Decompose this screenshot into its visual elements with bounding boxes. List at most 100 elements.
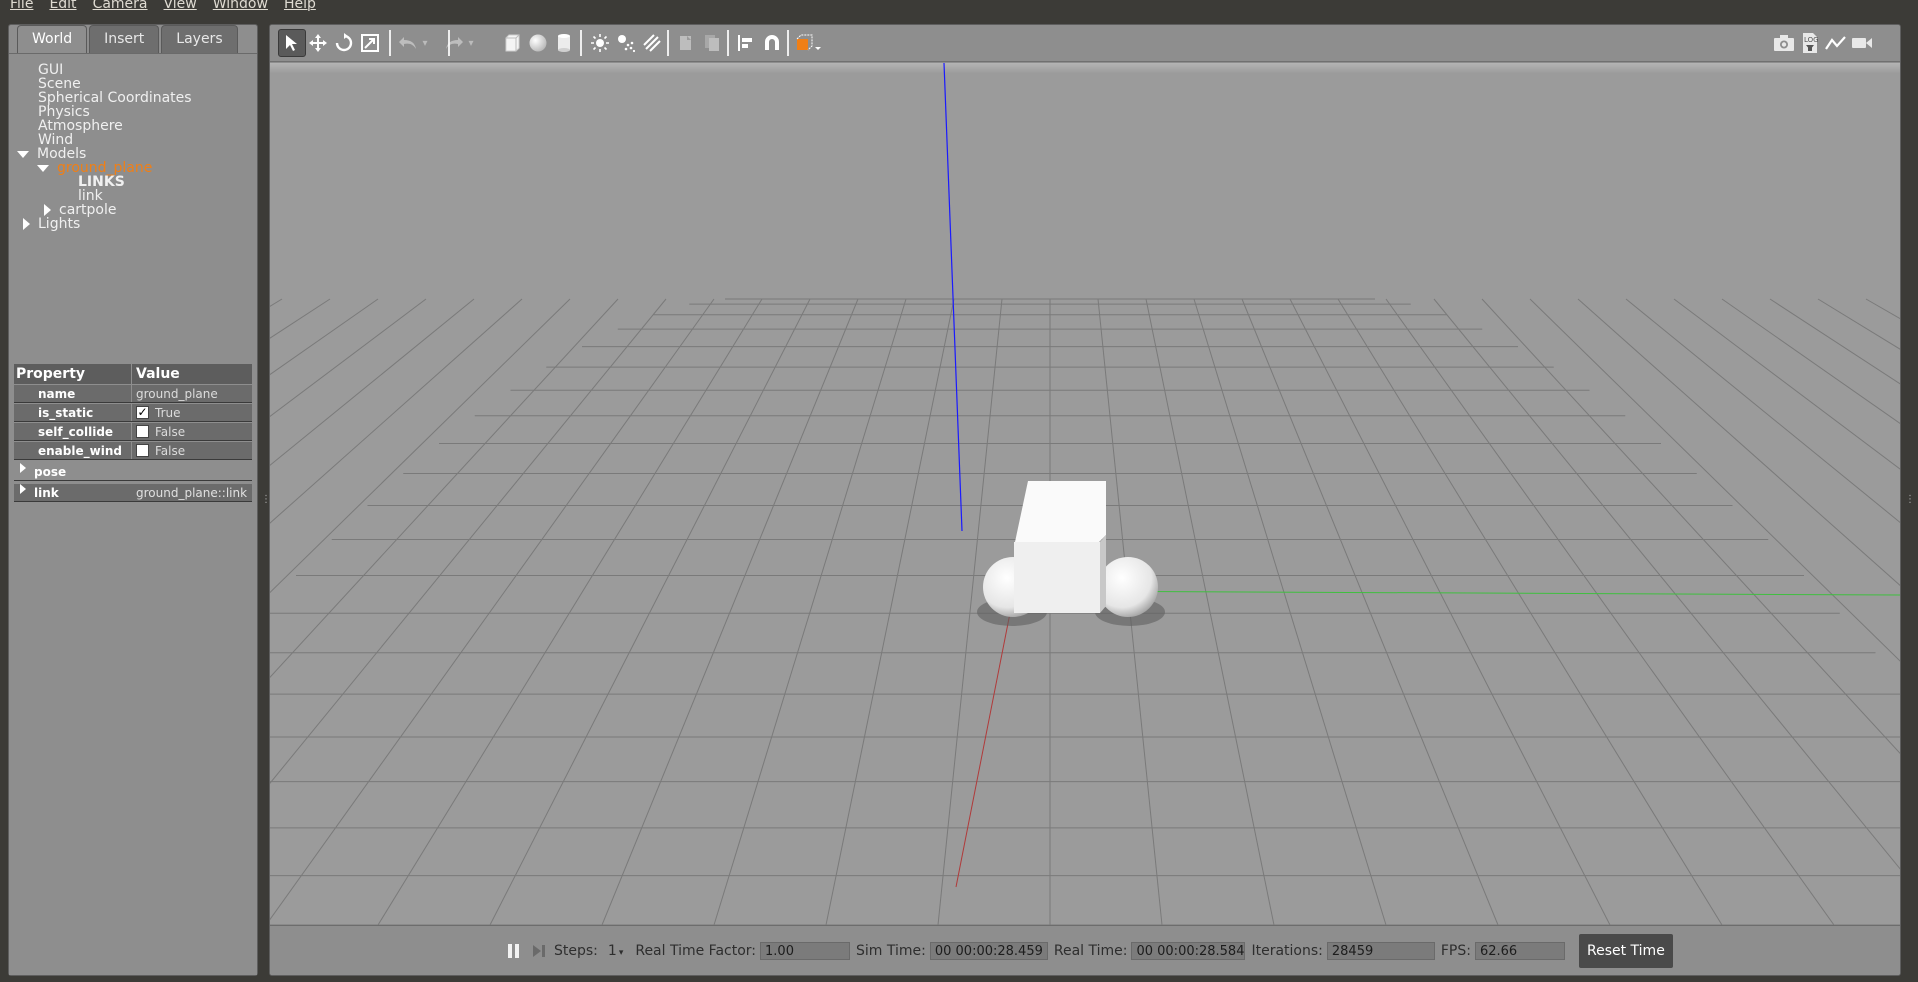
toolbar-separator bbox=[389, 30, 391, 56]
menu-help[interactable]: Help bbox=[274, 0, 322, 11]
directional-light-icon[interactable] bbox=[638, 29, 666, 57]
property-name: is_static bbox=[14, 404, 132, 421]
property-link[interactable]: link ground_plane::link bbox=[14, 484, 252, 502]
align-icon[interactable] bbox=[732, 29, 760, 57]
collapse-arrow-icon[interactable] bbox=[20, 484, 26, 494]
property-value-text: True bbox=[155, 405, 181, 420]
render-window: ▾ ▾ LOG Steps: 1 ▾ Real Time Factor: 1.0… bbox=[269, 24, 1901, 976]
scale-icon[interactable] bbox=[356, 29, 384, 57]
collapse-arrow-icon[interactable] bbox=[23, 218, 30, 230]
fps-label: FPS: bbox=[1440, 942, 1471, 959]
chevron-down-icon[interactable]: ▾ bbox=[619, 948, 624, 958]
property-value: False bbox=[132, 442, 252, 459]
property-value-text: False bbox=[155, 424, 186, 439]
reset-time-button[interactable]: Reset Time bbox=[1578, 933, 1673, 968]
redo-dropdown-icon[interactable]: ▾ bbox=[464, 29, 478, 57]
self-collide-checkbox[interactable] bbox=[136, 425, 149, 438]
header-value: Value bbox=[136, 366, 180, 382]
screenshot-icon[interactable] bbox=[1770, 29, 1798, 57]
tab-world[interactable]: World bbox=[17, 25, 88, 53]
property-row-is-static: is_static ✓ True bbox=[14, 404, 252, 422]
property-value[interactable]: ground_plane bbox=[132, 385, 252, 402]
left-panel: World Insert Layers GUI Scene Spherical … bbox=[8, 24, 258, 976]
toolbar-separator bbox=[448, 30, 450, 56]
property-link-label: link bbox=[34, 486, 59, 500]
real-time-factor-value: 1.00 bbox=[760, 941, 851, 960]
log-icon[interactable]: LOG bbox=[1796, 29, 1824, 57]
point-light-icon[interactable] bbox=[586, 29, 614, 57]
tree-item-lights[interactable]: Lights bbox=[23, 216, 80, 232]
cylinder-icon[interactable] bbox=[550, 29, 578, 57]
property-table: Property Value name ground_plane is_stat… bbox=[14, 364, 252, 502]
step-icon[interactable] bbox=[524, 943, 554, 959]
is-static-checkbox[interactable]: ✓ bbox=[136, 406, 149, 419]
sphere-icon[interactable] bbox=[524, 29, 552, 57]
translate-icon[interactable] bbox=[304, 29, 332, 57]
steps-value[interactable]: 1 bbox=[608, 943, 617, 959]
property-name: name bbox=[14, 385, 132, 402]
property-row-enable-wind: enable_wind False bbox=[14, 442, 252, 460]
right-wheel[interactable] bbox=[1098, 557, 1158, 617]
property-name: enable_wind bbox=[14, 442, 132, 459]
enable-wind-checkbox[interactable] bbox=[136, 444, 149, 457]
sim-time-value: 00 00:00:28.459 bbox=[929, 941, 1048, 960]
spot-light-icon[interactable] bbox=[612, 29, 640, 57]
plot-icon[interactable] bbox=[1822, 29, 1850, 57]
property-link-value: ground_plane::link bbox=[136, 486, 248, 500]
tab-insert[interactable]: Insert bbox=[89, 25, 160, 53]
toolbar: ▾ ▾ LOG bbox=[270, 25, 1900, 62]
property-value-text: ground_plane bbox=[136, 386, 218, 401]
property-value-text: False bbox=[155, 443, 186, 458]
paste-icon[interactable] bbox=[698, 29, 726, 57]
property-value: ✓ True bbox=[132, 404, 252, 421]
property-value: False bbox=[132, 423, 252, 440]
3d-scene-view[interactable] bbox=[270, 63, 1900, 925]
menu-view[interactable]: View bbox=[154, 0, 203, 11]
undo-dropdown-icon[interactable]: ▾ bbox=[418, 29, 432, 57]
real-time-factor-label: Real Time Factor: bbox=[635, 942, 757, 959]
property-header: Property Value bbox=[14, 364, 252, 384]
header-property: Property bbox=[14, 364, 132, 384]
collapse-arrow-icon[interactable] bbox=[44, 204, 51, 216]
toolbar-separator bbox=[727, 30, 729, 56]
fps-value: 62.66 bbox=[1474, 941, 1565, 960]
iterations-label: Iterations: bbox=[1251, 942, 1323, 959]
toolbar-separator bbox=[580, 30, 582, 56]
pause-icon[interactable] bbox=[504, 943, 524, 959]
cart-front-face bbox=[1014, 542, 1100, 613]
select-arrow-icon[interactable] bbox=[278, 29, 306, 57]
menu-bar: File Edit Camera View Window Help bbox=[0, 0, 1918, 18]
sim-time-label: Sim Time: bbox=[856, 942, 926, 959]
record-video-icon[interactable] bbox=[1848, 29, 1876, 57]
expand-arrow-icon[interactable] bbox=[37, 164, 49, 172]
panel-tabs: World Insert Layers bbox=[17, 25, 240, 53]
menu-file[interactable]: File bbox=[0, 0, 39, 11]
steps-label: Steps: bbox=[554, 942, 598, 959]
box-icon[interactable] bbox=[498, 29, 526, 57]
property-pose[interactable]: pose bbox=[14, 463, 252, 481]
expand-arrow-icon[interactable] bbox=[17, 150, 29, 158]
tab-layers[interactable]: Layers bbox=[161, 25, 238, 53]
left-splitter-handle[interactable]: ⋮ bbox=[261, 494, 271, 510]
right-splitter-handle[interactable]: ⋮ bbox=[1905, 494, 1915, 510]
status-bar: Steps: 1 ▾ Real Time Factor: 1.00 Sim Ti… bbox=[270, 925, 1900, 975]
collapse-arrow-icon[interactable] bbox=[20, 463, 26, 473]
cart-top-face bbox=[1015, 481, 1106, 542]
toolbar-separator bbox=[787, 30, 789, 56]
menu-window[interactable]: Window bbox=[203, 0, 274, 11]
tree-item-lights-label: Lights bbox=[38, 216, 81, 232]
view-angle-icon[interactable] bbox=[790, 29, 826, 57]
property-name: self_collide bbox=[14, 423, 132, 440]
toolbar-separator bbox=[667, 30, 669, 56]
cart-side-face bbox=[1100, 535, 1106, 613]
menu-camera[interactable]: Camera bbox=[83, 0, 154, 11]
copy-icon[interactable] bbox=[672, 29, 700, 57]
property-pose-label: pose bbox=[34, 465, 67, 479]
svg-text:LOG: LOG bbox=[1804, 36, 1819, 44]
snap-magnet-icon[interactable] bbox=[758, 29, 786, 57]
real-time-value: 00 00:00:28.584 bbox=[1131, 941, 1246, 960]
menu-edit[interactable]: Edit bbox=[39, 0, 82, 11]
iterations-value: 28459 bbox=[1326, 941, 1435, 960]
world-tree-panel: GUI Scene Spherical Coordinates Physics … bbox=[9, 53, 257, 975]
rotate-icon[interactable] bbox=[330, 29, 358, 57]
